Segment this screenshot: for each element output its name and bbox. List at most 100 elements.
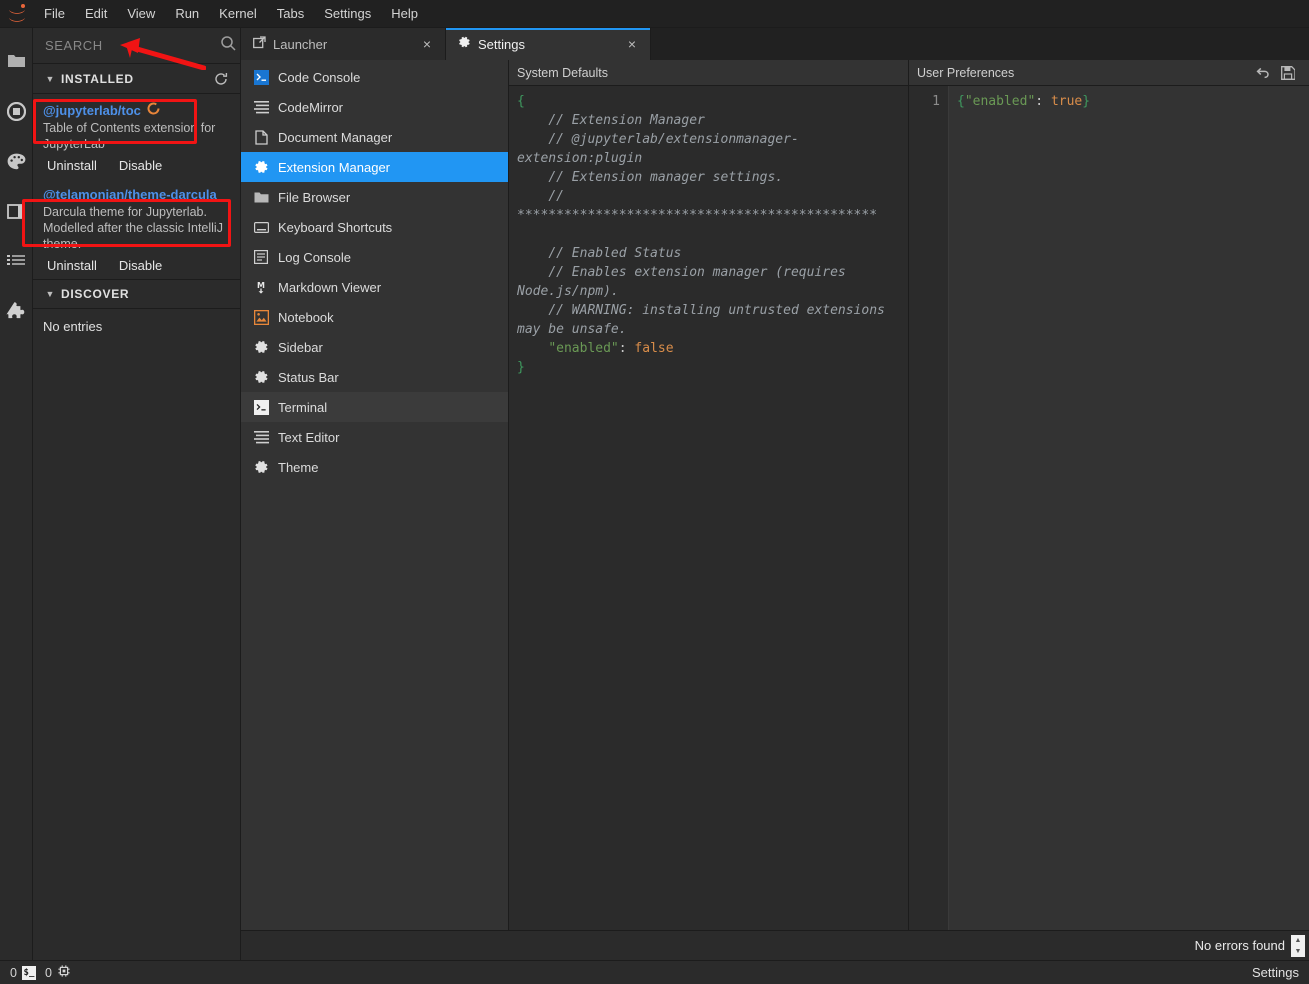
plugin-label: Code Console xyxy=(278,70,360,85)
plugin-item-theme[interactable]: Theme xyxy=(241,452,508,482)
user-preferences-editor[interactable]: 1 {"enabled": true} xyxy=(909,86,1309,930)
disable-button[interactable]: Disable xyxy=(119,158,162,173)
editor-panels: System Defaults { // Extension Manager /… xyxy=(509,60,1309,930)
search-icon[interactable] xyxy=(221,36,236,56)
menu-help[interactable]: Help xyxy=(381,2,428,26)
uninstall-button[interactable]: Uninstall xyxy=(47,158,97,173)
launcher-icon xyxy=(253,36,266,52)
plugin-item-notebook[interactable]: Notebook xyxy=(241,302,508,332)
plugin-item-file-browser[interactable]: File Browser xyxy=(241,182,508,212)
discover-empty-text: No entries xyxy=(33,309,240,344)
code-comment-enabled-status: // Enabled Status xyxy=(517,246,681,261)
plugin-item-keyboard-shortcuts[interactable]: Keyboard Shortcuts xyxy=(241,212,508,242)
status-bar: 0 $_ 0 Settings xyxy=(0,960,1309,984)
plugin-label: Document Manager xyxy=(278,130,392,145)
plugin-item-document-manager[interactable]: Document Manager xyxy=(241,122,508,152)
disable-button[interactable]: Disable xyxy=(119,258,162,273)
plugin-item-log-console[interactable]: Log Console xyxy=(241,242,508,272)
list-item[interactable]: @jupyterlab/toc Table of Contents extens… xyxy=(33,94,240,179)
status-terminals[interactable]: 0 $_ xyxy=(10,966,36,980)
plugin-item-sidebar[interactable]: Sidebar xyxy=(241,332,508,362)
folder-icon[interactable] xyxy=(0,36,33,86)
close-icon[interactable]: × xyxy=(624,36,640,52)
plugin-label: Text Editor xyxy=(278,430,339,445)
discover-section-header[interactable]: ▼ DISCOVER xyxy=(33,279,240,309)
main-area: Launcher × Settings × xyxy=(241,28,1309,960)
menu-file[interactable]: File xyxy=(34,2,75,26)
caret-down-icon[interactable]: ▼ xyxy=(43,74,57,84)
extension-actions: Uninstall Disable xyxy=(43,158,230,173)
code-colon: : xyxy=(619,341,627,356)
installed-section-header[interactable]: ▼ INSTALLED xyxy=(33,64,240,94)
search-row xyxy=(33,28,240,64)
extension-name[interactable]: @jupyterlab/toc xyxy=(43,103,141,118)
undo-icon[interactable] xyxy=(1249,61,1275,85)
menu-edit[interactable]: Edit xyxy=(75,2,117,26)
code-comment-enables: // Enables extension manager (requires N… xyxy=(517,265,854,299)
plugin-label: Markdown Viewer xyxy=(278,280,381,295)
code-value-false: false xyxy=(634,341,673,356)
running-icon[interactable] xyxy=(0,86,33,136)
plugin-label: Keyboard Shortcuts xyxy=(278,220,392,235)
gear-icon xyxy=(458,36,471,52)
menu-kernel[interactable]: Kernel xyxy=(209,2,267,26)
menu-bar: File Edit View Run Kernel Tabs Settings … xyxy=(0,0,1309,28)
extension-name-row: @telamonian/theme-darcula xyxy=(43,187,230,202)
status-kernels[interactable]: 0 xyxy=(45,964,71,981)
extension-name[interactable]: @telamonian/theme-darcula xyxy=(43,187,217,202)
plugin-label: Extension Manager xyxy=(278,160,390,175)
markdown-icon: M xyxy=(253,279,269,295)
line-number: 1 xyxy=(932,94,940,109)
plugin-item-text-editor[interactable]: Text Editor xyxy=(241,422,508,452)
tab-settings[interactable]: Settings × xyxy=(446,28,651,60)
plugin-item-status-bar[interactable]: Status Bar xyxy=(241,362,508,392)
gear-icon xyxy=(253,159,269,175)
spinner-down-icon[interactable]: ▼ xyxy=(1291,946,1305,957)
extension-manager-sidebar: ▼ INSTALLED @jupyterlab/toc Table of Con… xyxy=(33,28,241,960)
puzzle-icon[interactable] xyxy=(0,286,33,336)
caret-down-icon[interactable]: ▼ xyxy=(43,289,57,299)
extension-description: Darcula theme for Jupyterlab. Modelled a… xyxy=(43,204,230,252)
notebook-icon xyxy=(253,309,269,325)
user-preferences-panel: User Preferences 1 { xyxy=(909,60,1309,930)
plugin-label: Notebook xyxy=(278,310,334,325)
plugin-label: Status Bar xyxy=(278,370,339,385)
spinner-icon xyxy=(147,102,160,118)
menu-run[interactable]: Run xyxy=(165,2,209,26)
terminals-count: 0 xyxy=(10,966,17,980)
save-icon[interactable] xyxy=(1275,61,1301,85)
user-preferences-header: User Preferences xyxy=(909,60,1309,86)
plugin-item-terminal[interactable]: Terminal xyxy=(241,392,508,422)
menu-view[interactable]: View xyxy=(117,2,165,26)
tab-launcher[interactable]: Launcher × xyxy=(241,28,446,60)
gear-icon xyxy=(253,369,269,385)
search-input[interactable] xyxy=(45,38,221,53)
terminal-icon xyxy=(253,399,269,415)
error-spinner[interactable]: ▲ ▼ xyxy=(1291,935,1305,957)
plugin-item-code-console[interactable]: Code Console xyxy=(241,62,508,92)
plugin-item-extension-manager[interactable]: Extension Manager xyxy=(241,152,508,182)
spinner-up-icon[interactable]: ▲ xyxy=(1291,935,1305,946)
discover-section-title: DISCOVER xyxy=(57,287,230,301)
plugin-item-codemirror[interactable]: CodeMirror xyxy=(241,92,508,122)
plugin-item-markdown-viewer[interactable]: M Markdown Viewer xyxy=(241,272,508,302)
list-item[interactable]: @telamonian/theme-darcula Darcula theme … xyxy=(33,179,240,279)
status-left-group: 0 $_ 0 xyxy=(10,964,71,981)
error-bar: No errors found ▲ ▼ xyxy=(241,930,1309,960)
refresh-icon[interactable] xyxy=(212,72,230,86)
toc-icon[interactable] xyxy=(0,236,33,286)
window-body: ▼ INSTALLED @jupyterlab/toc Table of Con… xyxy=(0,28,1309,960)
gear-icon xyxy=(253,339,269,355)
usr-value-true: true xyxy=(1051,94,1082,109)
close-icon[interactable]: × xyxy=(419,36,435,52)
window-icon[interactable] xyxy=(0,186,33,236)
status-right-label[interactable]: Settings xyxy=(1252,965,1299,980)
jupyter-logo-icon xyxy=(0,0,34,28)
panel-title: System Defaults xyxy=(517,66,900,80)
menu-tabs[interactable]: Tabs xyxy=(267,2,314,26)
uninstall-button[interactable]: Uninstall xyxy=(47,258,97,273)
menu-settings[interactable]: Settings xyxy=(314,2,381,26)
line-number-gutter: 1 xyxy=(909,86,949,930)
palette-icon[interactable] xyxy=(0,136,33,186)
user-preferences-code[interactable]: {"enabled": true} xyxy=(949,86,1309,930)
